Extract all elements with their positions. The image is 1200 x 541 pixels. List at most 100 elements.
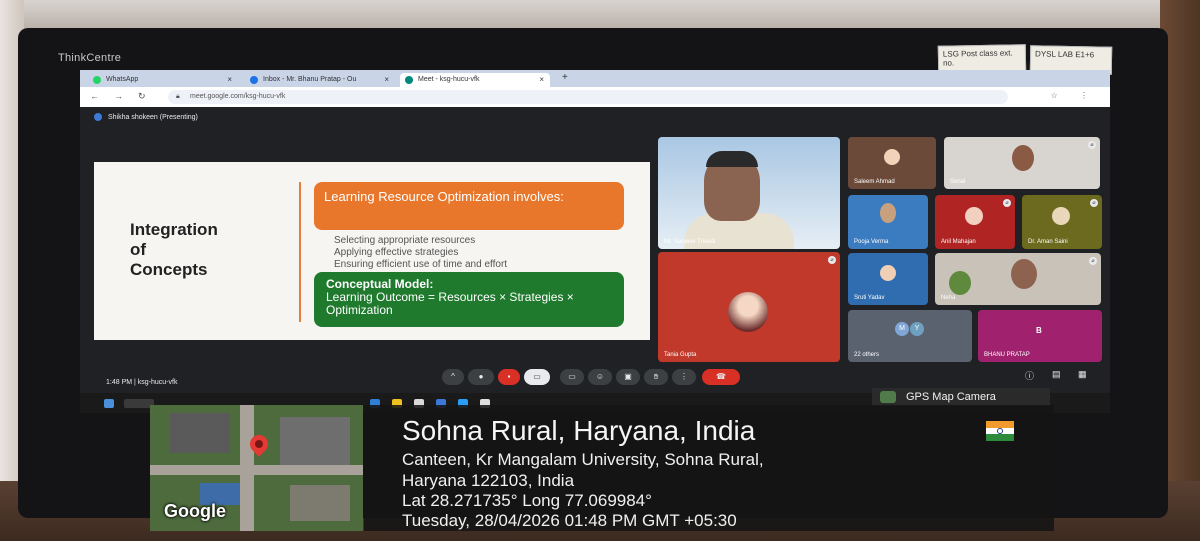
activities-icon[interactable]: ▦ <box>1078 369 1087 380</box>
video-tile[interactable]: Sruti Yadav <box>848 253 928 305</box>
lock-icon: 🔒︎ <box>176 93 180 100</box>
chat-icon[interactable]: ▤ <box>1052 369 1061 380</box>
participant-name: Saleem Ahmad <box>854 179 895 185</box>
map-building <box>290 485 350 521</box>
presenter-name: Shikha shokeen (Presenting) <box>108 113 198 121</box>
video-tile[interactable]: ⌀ Neha <box>935 253 1101 305</box>
address-bar-row: ← → ↻ 🔒︎ meet.google.com/ksg-hucu-vfk ☆ … <box>80 87 1110 107</box>
more-options-button[interactable]: ⋮ <box>672 369 696 385</box>
green-box-body: Learning Outcome = Resources × Strategie… <box>326 290 574 317</box>
coordinates: Lat 28.271735° Long 77.069984° <box>402 491 652 510</box>
windows-start-icon[interactable] <box>104 399 114 408</box>
camera-off-button[interactable]: ▪ <box>498 369 520 385</box>
back-icon[interactable]: ← <box>90 91 99 101</box>
new-tab-button[interactable]: + <box>562 72 568 83</box>
tab-label: Meet - ksg-hucu-vfk <box>418 76 480 83</box>
presenter-avatar <box>94 113 102 121</box>
tab-meet[interactable]: Meet - ksg-hucu-vfk × <box>400 73 550 87</box>
info-icon[interactable]: ⓘ <box>1025 369 1034 382</box>
location-pin-dot <box>255 440 263 448</box>
present-button[interactable]: ▭ <box>524 369 550 385</box>
slide-bullet: Ensuring efficient use of time and effor… <box>334 259 508 270</box>
tab-outlook[interactable]: Inbox - Mr. Bhanu Pratap - Ou × <box>245 73 395 87</box>
close-icon[interactable]: × <box>227 75 232 84</box>
location-map: Google <box>150 405 363 531</box>
slide-title-line: Integration <box>130 220 218 239</box>
more-audio-icon[interactable]: ^ <box>442 369 464 385</box>
video-tile[interactable]: Saleem Ahmad <box>848 137 936 189</box>
mic-off-icon: ⌀ <box>1003 199 1011 207</box>
participant-name: Dr. Aman Saini <box>1028 239 1068 245</box>
slide-orange-box: Learning Resource Optimization involves: <box>314 182 624 230</box>
presentation-slide: Integration of Concepts Learning Resourc… <box>94 162 650 340</box>
tab-label: Inbox - Mr. Bhanu Pratap - Ou <box>263 76 357 83</box>
plant-icon <box>949 271 971 295</box>
video-tile[interactable]: ⌀ Dr. Aman Saini <box>1022 195 1102 249</box>
tab-whatsapp[interactable]: WhatsApp × <box>88 73 238 87</box>
forward-icon[interactable]: → <box>114 91 123 101</box>
meeting-time-code: 1:48 PM | ksg-hucu-vfk <box>106 379 178 386</box>
screen-share-button[interactable]: ▣ <box>616 369 640 385</box>
meet-icon <box>405 76 413 84</box>
participant-name: Sruti Yadav <box>854 295 885 301</box>
participant-hair <box>706 151 758 167</box>
video-tile[interactable]: Pooja Verma <box>848 195 928 249</box>
mic-off-icon: ⌀ <box>1088 141 1096 149</box>
mic-off-icon: ⌀ <box>1089 257 1097 265</box>
slide-title-line: of <box>130 240 147 259</box>
video-tile[interactable]: ⌀ Anil Mahajan <box>935 195 1015 249</box>
slide-bullet: Selecting appropriate resources <box>334 235 476 246</box>
video-tile[interactable]: ⌀ Tania Gupta <box>658 252 840 362</box>
map-road <box>150 465 363 475</box>
slide-title-line: Concepts <box>130 260 208 279</box>
others-tile[interactable]: M Y 22 others <box>848 310 972 362</box>
avatar <box>1052 207 1070 225</box>
gps-info-panel: Sohna Rural, Haryana, India Canteen, Kr … <box>364 405 1054 531</box>
whatsapp-icon <box>93 76 101 84</box>
slide-green-box: Conceptual Model: Learning Outcome = Res… <box>314 272 624 327</box>
raise-hand-button[interactable]: ✋︎ <box>644 369 668 385</box>
avatar: Y <box>910 322 924 336</box>
participant-name: Tania Gupta <box>664 352 697 358</box>
avatar: M <box>895 322 909 336</box>
google-logo: Google <box>164 501 226 521</box>
participant-name: Mr. Sanjeev Trivedi <box>664 239 716 245</box>
close-icon[interactable]: × <box>384 75 389 84</box>
browser-toolbar-icons[interactable]: ☆ ⋮ <box>1051 91 1098 100</box>
gps-app-name: GPS Map Camera <box>906 391 996 403</box>
tab-label: WhatsApp <box>106 76 139 83</box>
url-text: meet.google.com/ksg-hucu-vfk <box>190 93 286 100</box>
avatar <box>728 292 768 332</box>
reload-icon[interactable]: ↻ <box>138 91 146 102</box>
slide-divider <box>299 182 301 322</box>
gps-camera-icon <box>880 391 896 403</box>
participant-name: Sonal <box>950 179 966 185</box>
browser-tab-bar: WhatsApp × Inbox - Mr. Bhanu Pratap - Ou… <box>80 70 1110 87</box>
url-input[interactable]: 🔒︎ meet.google.com/ksg-hucu-vfk <box>168 90 1008 104</box>
monitor-screen: WhatsApp × Inbox - Mr. Bhanu Pratap - Ou… <box>80 70 1110 405</box>
close-icon[interactable]: × <box>539 75 544 84</box>
presenter-label: Shikha shokeen (Presenting) <box>94 113 198 121</box>
mic-off-icon: ⌀ <box>828 256 836 264</box>
leave-call-button[interactable]: ☎︎ <box>702 369 740 385</box>
emoji-button[interactable]: ☺ <box>588 369 612 385</box>
others-count: 22 others <box>854 352 880 358</box>
video-tile[interactable]: B BHANU PRATAP <box>978 310 1102 362</box>
timestamp: Tuesday, 28/04/2026 01:48 PM GMT +05:30 <box>402 511 737 530</box>
avatar <box>965 207 983 225</box>
participant-name: BHANU PRATAP <box>984 352 1030 358</box>
gps-app-label: GPS Map Camera <box>872 388 1050 406</box>
video-tile[interactable]: ⌀ Sonal <box>944 137 1100 189</box>
participant-face <box>1011 259 1037 289</box>
avatar <box>880 265 896 281</box>
slide-bullet: Applying effective strategies <box>334 247 459 258</box>
india-flag-icon <box>986 421 1014 441</box>
address-line: Haryana 122103, India <box>402 471 575 490</box>
video-tile[interactable]: Mr. Sanjeev Trivedi <box>658 137 840 249</box>
microphone-button[interactable]: ● <box>468 369 494 385</box>
map-building <box>280 417 350 467</box>
outlook-icon <box>250 76 258 84</box>
captions-button[interactable]: ▭ <box>560 369 584 385</box>
avatar <box>884 149 900 165</box>
address-line: Canteen, Kr Mangalam University, Sohna R… <box>402 450 764 469</box>
